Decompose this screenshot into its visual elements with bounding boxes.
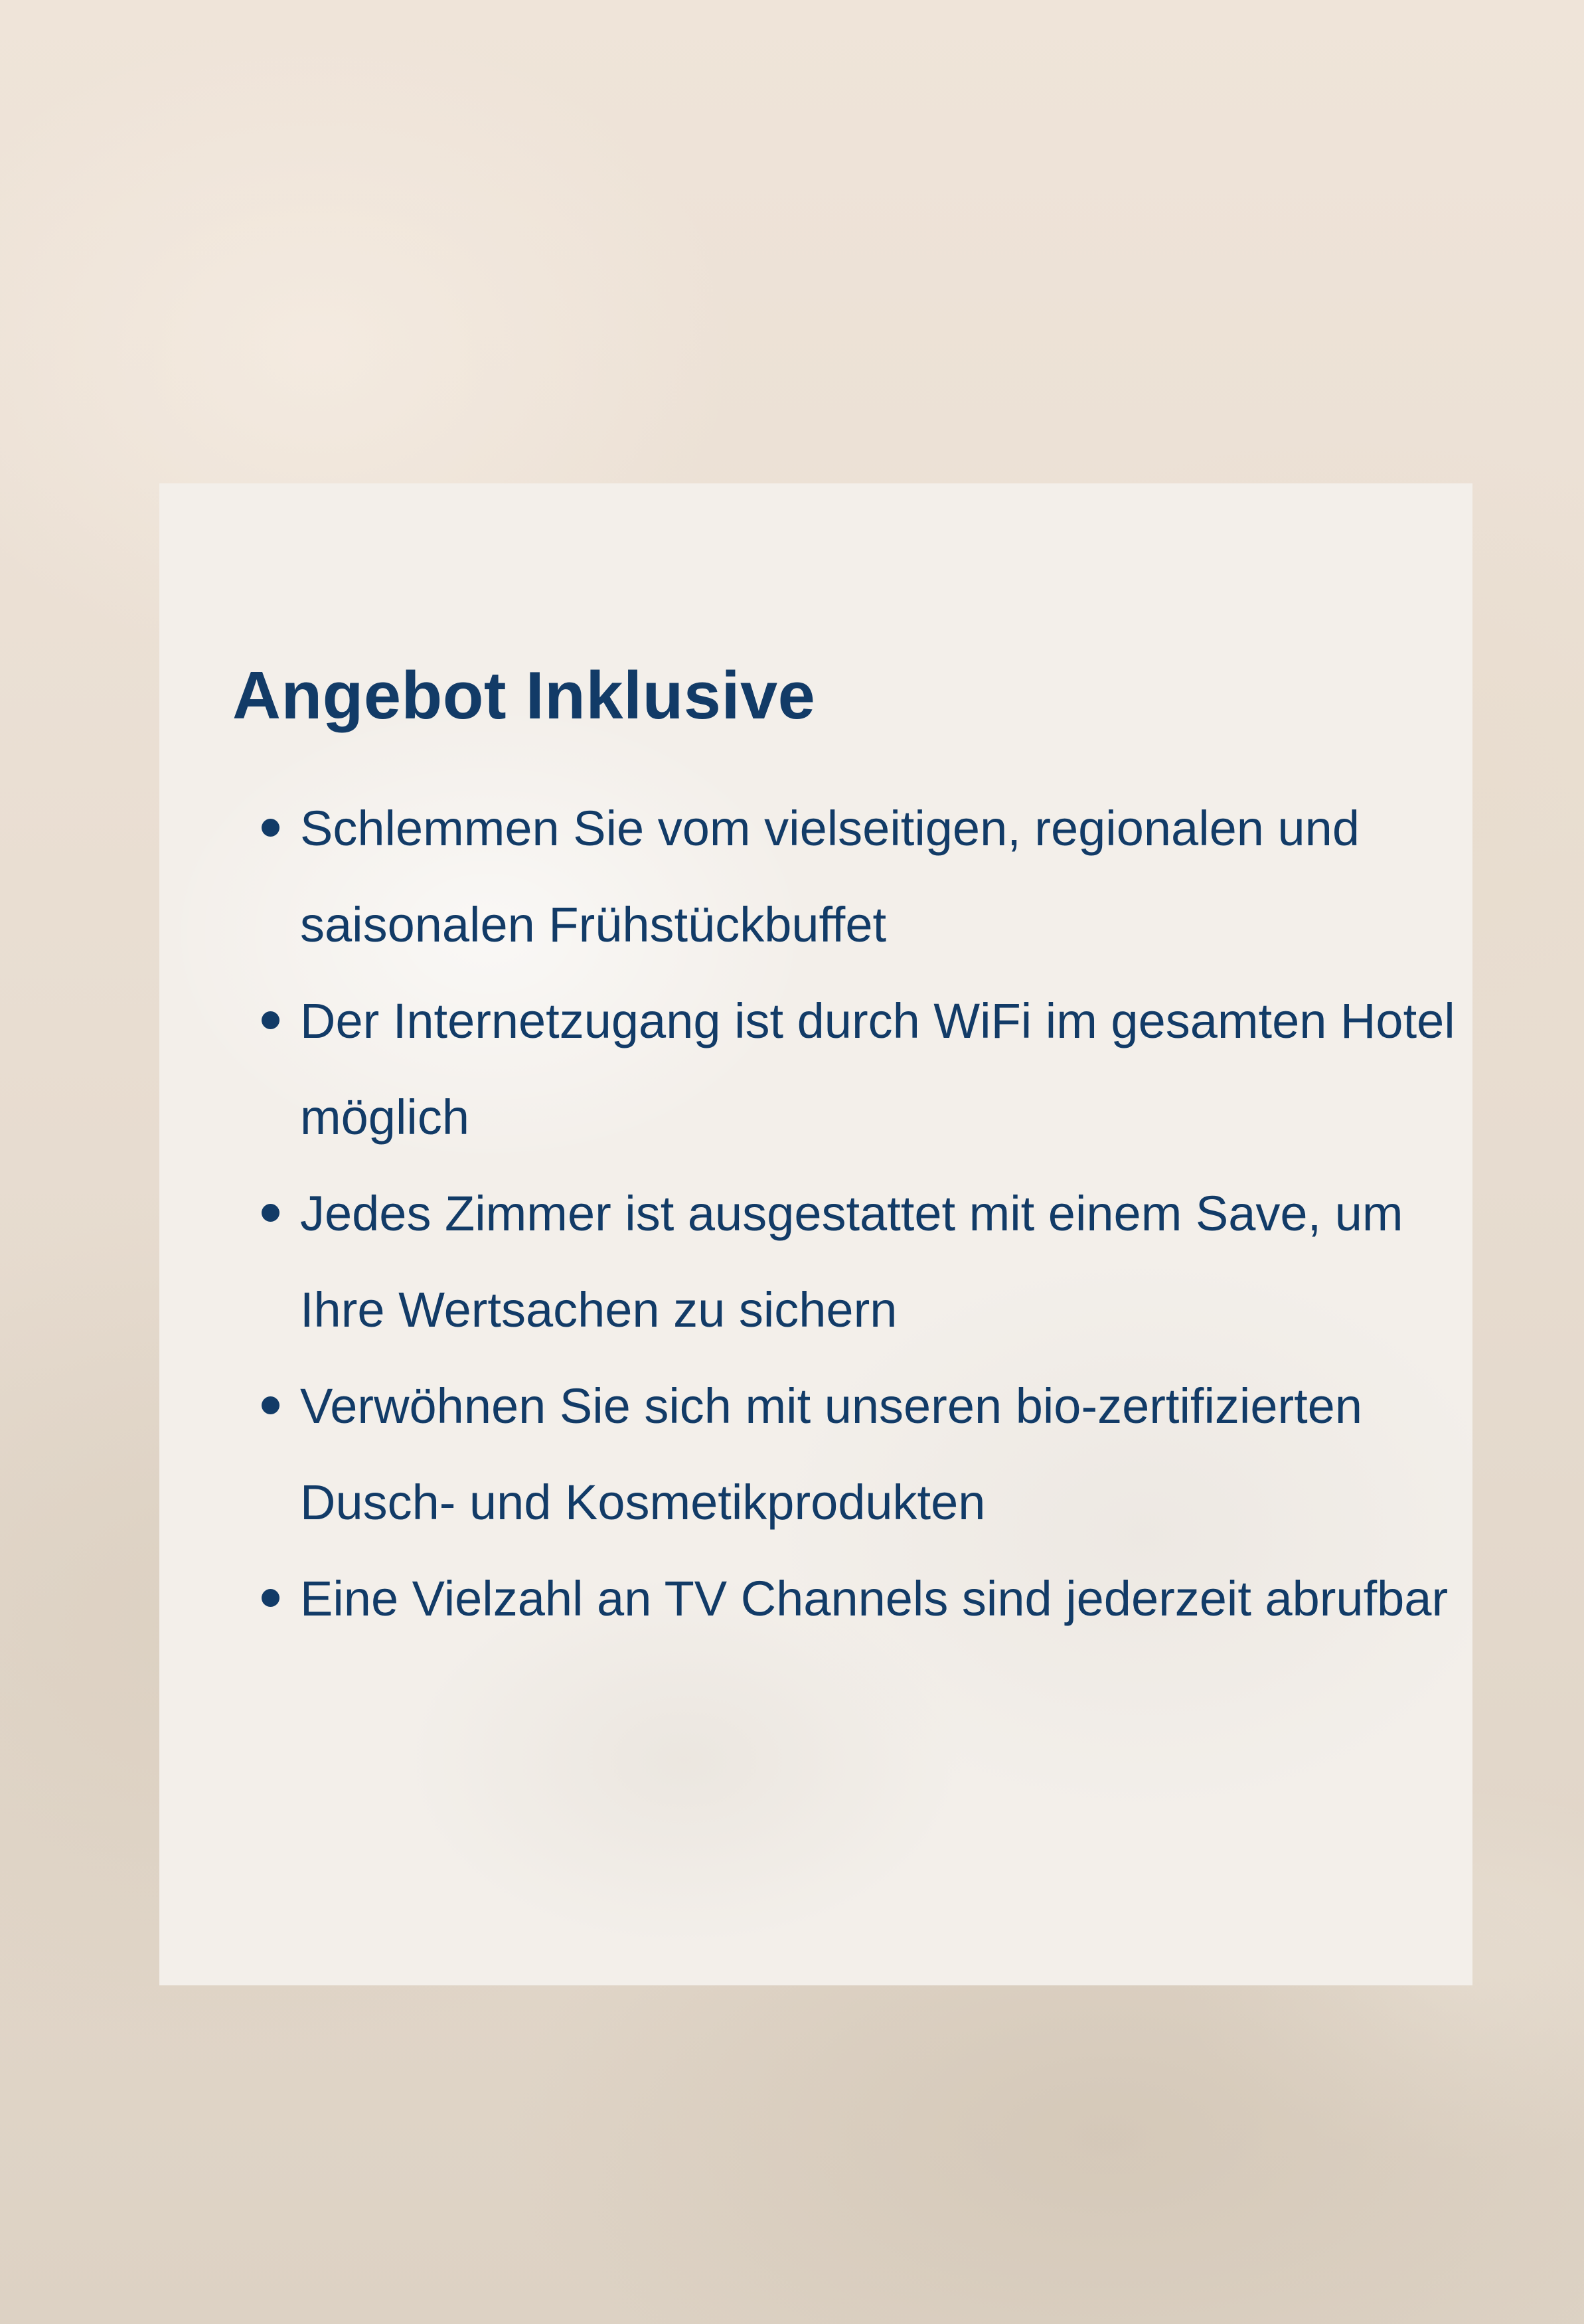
feature-text: Schlemmen Sie vom vielseitigen, regional… xyxy=(300,801,1360,952)
feature-item: Verwöhnen Sie sich mit unseren bio-zerti… xyxy=(262,1358,1455,1550)
feature-text: Eine Vielzahl an TV Channels sind jederz… xyxy=(300,1571,1449,1626)
feature-item: Jedes Zimmer ist ausgestattet mit einem … xyxy=(262,1165,1455,1358)
feature-list: Schlemmen Sie vom vielseitigen, regional… xyxy=(262,780,1455,1647)
info-card: Angebot Inklusive Schlemmen Sie vom viel… xyxy=(159,483,1472,1985)
bullet-icon xyxy=(262,819,279,837)
feature-text: Der Internetzugang ist durch WiFi im ges… xyxy=(300,993,1455,1145)
feature-item: Schlemmen Sie vom vielseitigen, regional… xyxy=(262,780,1455,973)
bullet-icon xyxy=(262,1396,279,1414)
feature-item: Eine Vielzahl an TV Channels sind jederz… xyxy=(262,1550,1455,1647)
bullet-icon xyxy=(262,1204,279,1222)
feature-item: Der Internetzugang ist durch WiFi im ges… xyxy=(262,973,1455,1165)
feature-text: Jedes Zimmer ist ausgestattet mit einem … xyxy=(300,1186,1403,1337)
feature-text: Verwöhnen Sie sich mit unseren bio-zerti… xyxy=(300,1378,1362,1530)
card-title: Angebot Inklusive xyxy=(232,659,816,733)
bullet-icon xyxy=(262,1589,279,1607)
bullet-icon xyxy=(262,1011,279,1029)
